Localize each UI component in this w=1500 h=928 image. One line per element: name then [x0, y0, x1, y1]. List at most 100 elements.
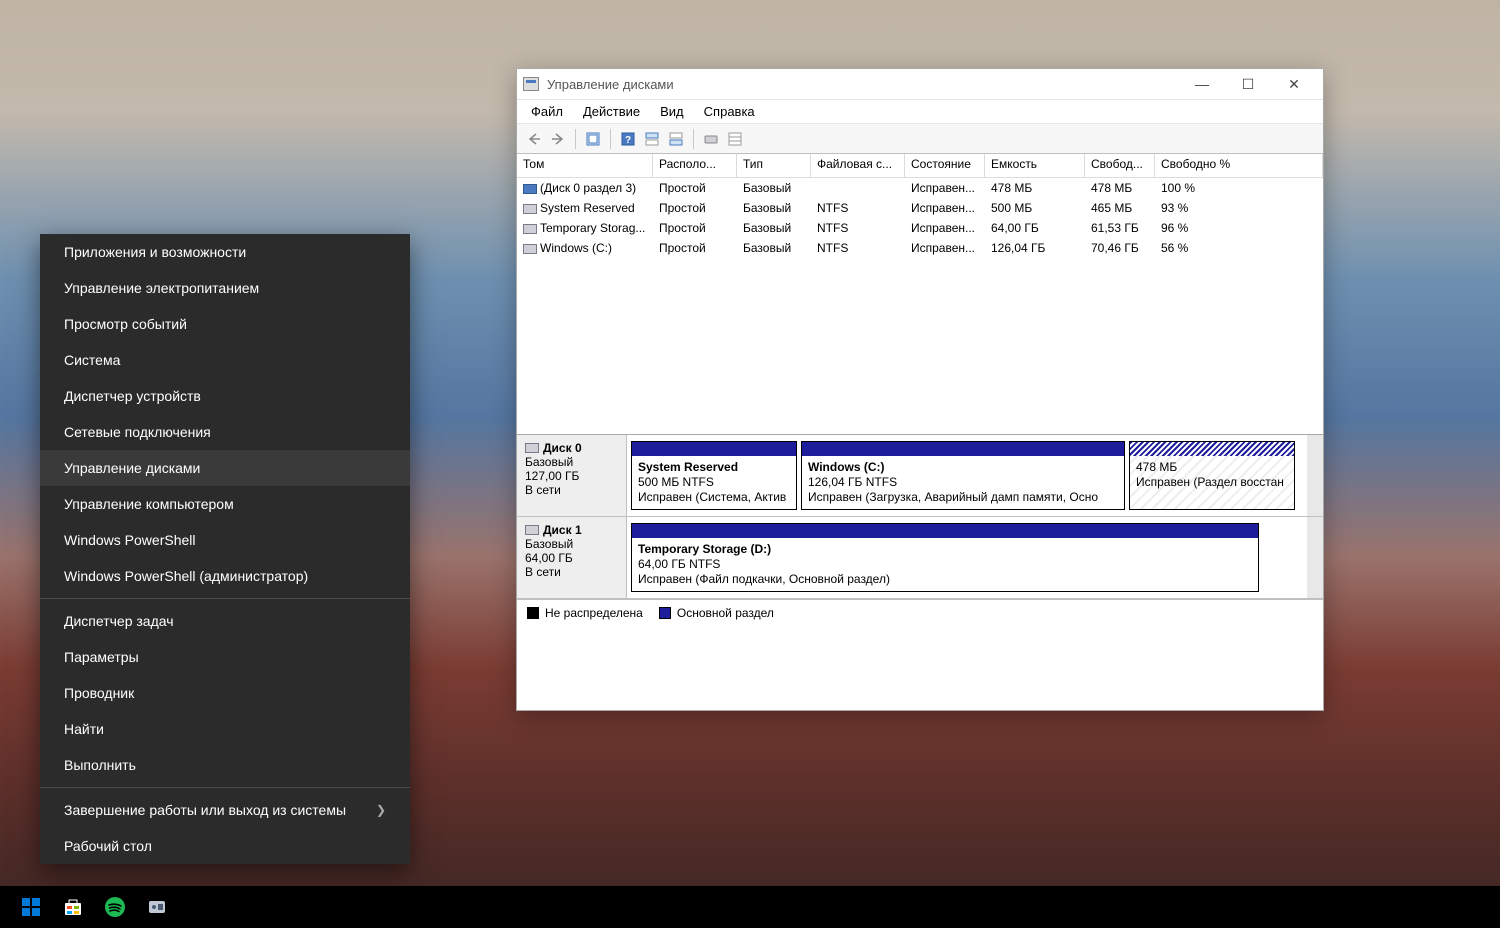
- refresh-button[interactable]: [582, 128, 604, 150]
- volume-row[interactable]: Windows (C:)ПростойБазовыйNTFSИсправен..…: [517, 238, 1323, 258]
- cell: Простой: [653, 218, 737, 238]
- winx-item-label: Приложения и возможности: [64, 244, 246, 260]
- disk-management-window: Управление дисками — ☐ ✕ Файл Действие В…: [516, 68, 1324, 711]
- winx-item[interactable]: Завершение работы или выход из системы❯: [40, 792, 410, 828]
- winx-item[interactable]: Проводник: [40, 675, 410, 711]
- disk-size: 64,00 ГБ: [525, 551, 618, 565]
- col-capacity[interactable]: Емкость: [985, 154, 1085, 177]
- legend-swatch-primary: [659, 607, 671, 619]
- cell: Windows (C:): [517, 238, 653, 258]
- svg-text:?: ?: [625, 135, 631, 146]
- view-bottom-button[interactable]: [665, 128, 687, 150]
- winx-item-label: Найти: [64, 721, 104, 737]
- cell: 478 МБ: [1085, 178, 1155, 198]
- cell: (Диск 0 раздел 3): [517, 178, 653, 198]
- menu-view[interactable]: Вид: [656, 102, 688, 121]
- volume-list[interactable]: (Диск 0 раздел 3)ПростойБазовыйИсправен.…: [517, 178, 1323, 434]
- col-fs[interactable]: Файловая с...: [811, 154, 905, 177]
- cell: Исправен...: [905, 178, 985, 198]
- winx-item[interactable]: Диспетчер устройств: [40, 378, 410, 414]
- back-button[interactable]: [523, 128, 545, 150]
- toolbar: ?: [517, 124, 1323, 154]
- disk-info[interactable]: Диск 0Базовый127,00 ГБВ сети: [517, 435, 627, 516]
- view-top-button[interactable]: [641, 128, 663, 150]
- winx-item-label: Windows PowerShell: [64, 532, 196, 548]
- col-freepct[interactable]: Свободно %: [1155, 154, 1323, 177]
- cell: Простой: [653, 178, 737, 198]
- winx-item[interactable]: Windows PowerShell (администратор): [40, 558, 410, 594]
- forward-button[interactable]: [547, 128, 569, 150]
- partition-title: Temporary Storage (D:): [638, 542, 1252, 557]
- col-status[interactable]: Состояние: [905, 154, 985, 177]
- partition[interactable]: Windows (C:)126,04 ГБ NTFSИсправен (Загр…: [801, 441, 1125, 510]
- winx-item[interactable]: Приложения и возможности: [40, 234, 410, 270]
- cell: [811, 185, 905, 191]
- winx-item[interactable]: Система: [40, 342, 410, 378]
- menu-file[interactable]: Файл: [527, 102, 567, 121]
- disk-name: Диск 1: [543, 523, 582, 537]
- winx-item[interactable]: Управление компьютером: [40, 486, 410, 522]
- taskbar-store-icon[interactable]: [52, 886, 94, 928]
- winx-item[interactable]: Управление электропитанием: [40, 270, 410, 306]
- cell: Temporary Storag...: [517, 218, 653, 238]
- winx-item[interactable]: Сетевые подключения: [40, 414, 410, 450]
- winx-item-label: Проводник: [64, 685, 134, 701]
- cell: Базовый: [737, 218, 811, 238]
- winx-item[interactable]: Просмотр событий: [40, 306, 410, 342]
- partition-header: [1130, 442, 1294, 456]
- cell: 70,46 ГБ: [1085, 238, 1155, 258]
- cell: 100 %: [1155, 178, 1323, 198]
- winx-item[interactable]: Диспетчер задач: [40, 603, 410, 639]
- taskbar-app-icon[interactable]: [136, 886, 178, 928]
- disk-status: В сети: [525, 483, 618, 497]
- partition[interactable]: 478 МБИсправен (Раздел восстан: [1129, 441, 1295, 510]
- legend-swatch-unallocated: [527, 607, 539, 619]
- minimize-button[interactable]: —: [1179, 69, 1225, 100]
- winx-item-label: Управление компьютером: [64, 496, 234, 512]
- cell: 126,04 ГБ: [985, 238, 1085, 258]
- winx-menu: Приложения и возможности Управление элект…: [40, 234, 410, 864]
- winx-item[interactable]: Выполнить: [40, 747, 410, 783]
- winx-item[interactable]: Управление дисками: [40, 450, 410, 486]
- properties-button[interactable]: [700, 128, 722, 150]
- volume-row[interactable]: Temporary Storag...ПростойБазовыйNTFSИсп…: [517, 218, 1323, 238]
- disk-info[interactable]: Диск 1Базовый64,00 ГБВ сети: [517, 517, 627, 598]
- winx-item[interactable]: Найти: [40, 711, 410, 747]
- help-button[interactable]: ?: [617, 128, 639, 150]
- start-button[interactable]: [10, 886, 52, 928]
- disk-row: Диск 0Базовый127,00 ГБВ сетиSystem Reser…: [517, 435, 1323, 517]
- cell: Исправен...: [905, 198, 985, 218]
- cell: 465 МБ: [1085, 198, 1155, 218]
- partition[interactable]: Temporary Storage (D:)64,00 ГБ NTFSИспра…: [631, 523, 1259, 592]
- list-settings-button[interactable]: [724, 128, 746, 150]
- partition[interactable]: System Reserved500 МБ NTFSИсправен (Сист…: [631, 441, 797, 510]
- col-type[interactable]: Тип: [737, 154, 811, 177]
- cell: Базовый: [737, 238, 811, 258]
- menu-help[interactable]: Справка: [700, 102, 759, 121]
- menu-separator: [40, 598, 410, 599]
- close-button[interactable]: ✕: [1271, 69, 1317, 100]
- col-free[interactable]: Свобод...: [1085, 154, 1155, 177]
- col-layout[interactable]: Располо...: [653, 154, 737, 177]
- partition-status: Исправен (Раздел восстан: [1136, 475, 1288, 490]
- maximize-button[interactable]: ☐: [1225, 69, 1271, 100]
- winx-item[interactable]: Рабочий стол: [40, 828, 410, 864]
- volume-icon: [523, 244, 537, 254]
- cell: Исправен...: [905, 218, 985, 238]
- menu-action[interactable]: Действие: [579, 102, 644, 121]
- winx-item-label: Управление электропитанием: [64, 280, 259, 296]
- volume-row[interactable]: System ReservedПростойБазовыйNTFSИсправе…: [517, 198, 1323, 218]
- cell: Исправен...: [905, 238, 985, 258]
- cell: 96 %: [1155, 218, 1323, 238]
- winx-item[interactable]: Параметры: [40, 639, 410, 675]
- titlebar[interactable]: Управление дисками — ☐ ✕: [517, 69, 1323, 100]
- disk-partitions: Temporary Storage (D:)64,00 ГБ NTFSИспра…: [627, 517, 1307, 598]
- disk-size: 127,00 ГБ: [525, 469, 618, 483]
- volume-row[interactable]: (Диск 0 раздел 3)ПростойБазовыйИсправен.…: [517, 178, 1323, 198]
- disk-graph: Диск 0Базовый127,00 ГБВ сетиSystem Reser…: [517, 434, 1323, 626]
- disk-row: Диск 1Базовый64,00 ГБВ сетиTemporary Sto…: [517, 517, 1323, 599]
- taskbar-spotify-icon[interactable]: [94, 886, 136, 928]
- winx-item[interactable]: Windows PowerShell: [40, 522, 410, 558]
- col-volume[interactable]: Том: [517, 154, 653, 177]
- chevron-right-icon: ❯: [376, 803, 386, 817]
